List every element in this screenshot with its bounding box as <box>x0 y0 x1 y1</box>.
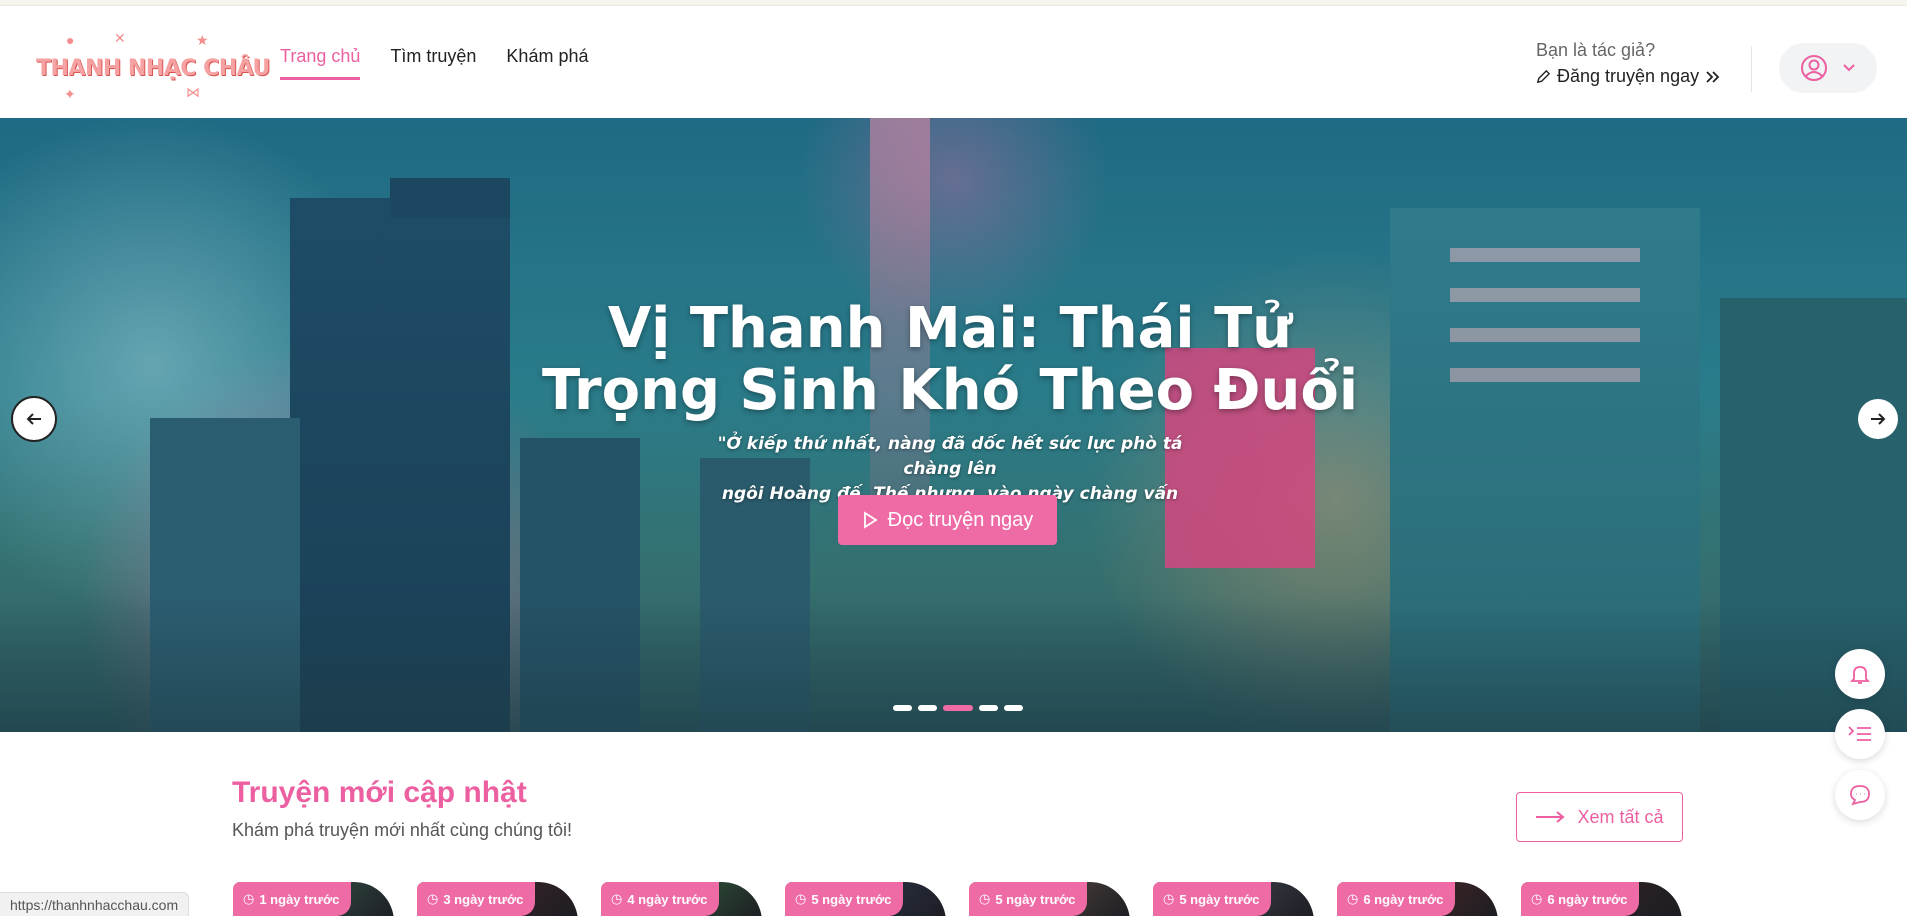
hero-title-line-1: Vị Thanh Mai: Thái Tử <box>607 296 1293 361</box>
story-card[interactable]: ◷ 6 ngày trước <box>1337 882 1498 916</box>
update-time: 5 ngày trước <box>811 891 892 907</box>
hero-title: Vị Thanh Mai: Thái Tử Trọng Sinh Khó The… <box>450 298 1450 422</box>
play-icon <box>863 511 878 529</box>
site-logo[interactable]: ● ✕ ★ THANH NHẠC CHÂU ✦ ⋈ <box>36 28 270 106</box>
double-chevron-right-icon <box>1706 70 1720 83</box>
star-small-icon: ✦ <box>64 86 76 102</box>
clock-icon: ◷ <box>1347 891 1359 906</box>
update-time: 3 ngày trước <box>443 891 524 907</box>
notifications-button[interactable] <box>1835 649 1885 699</box>
update-time-badge: ◷ 5 ngày trước <box>969 882 1088 916</box>
carousel-next-button[interactable] <box>1858 399 1898 439</box>
see-all-button[interactable]: Xem tất cả <box>1516 792 1683 842</box>
hero-title-line-2: Trọng Sinh Khó Theo Đuổi <box>541 358 1359 423</box>
arrow-right-icon <box>1871 413 1886 425</box>
carousel-dot[interactable] <box>979 705 998 711</box>
update-time-badge: ◷ 6 ngày trước <box>1521 882 1640 916</box>
long-arrow-right-icon <box>1536 811 1566 823</box>
status-bar-url: https://thanhnhacchau.com <box>0 892 190 916</box>
site-header: ● ✕ ★ THANH NHẠC CHÂU ✦ ⋈ Trang chủ Tìm … <box>0 6 1907 118</box>
clock-icon: ◷ <box>611 891 623 906</box>
story-card[interactable]: ◷ 5 ngày trước <box>785 882 946 916</box>
section-subtitle: Khám phá truyện mới nhất cùng chúng tôi! <box>232 820 573 840</box>
star-icon: ★ <box>196 32 209 48</box>
hero-carousel: Vị Thanh Mai: Thái Tử Trọng Sinh Khó The… <box>0 118 1907 732</box>
clock-icon: ◷ <box>1163 891 1175 906</box>
update-time-badge: ◷ 5 ngày trước <box>1153 882 1272 916</box>
chat-bubble-icon <box>1850 785 1870 806</box>
carousel-dot[interactable] <box>918 705 937 711</box>
reading-list-button[interactable] <box>1835 709 1885 759</box>
carousel-prev-button[interactable] <box>11 396 57 442</box>
list-icon <box>1848 726 1871 741</box>
clock-icon: ◷ <box>979 891 991 906</box>
update-time: 6 ngày trước <box>1547 891 1628 907</box>
user-avatar-icon <box>1801 55 1827 81</box>
update-time: 6 ngày trước <box>1363 891 1444 907</box>
post-story-link[interactable]: Đăng truyện ngay <box>1536 66 1721 87</box>
nav-home[interactable]: Trang chủ <box>280 46 361 80</box>
story-card[interactable]: ◷ 5 ngày trước <box>1153 882 1314 916</box>
update-time-badge: ◷ 3 ngày trước <box>417 882 536 916</box>
pencil-icon <box>1536 69 1551 84</box>
main-nav: Trang chủ Tìm truyện Khám phá <box>280 46 588 80</box>
chat-button[interactable] <box>1835 770 1885 820</box>
read-now-label: Đọc truyện ngay <box>887 508 1034 531</box>
story-card[interactable]: ◷ 4 ngày trước <box>601 882 762 916</box>
carousel-dot[interactable] <box>893 705 912 711</box>
chevron-down-icon <box>1843 64 1855 72</box>
clock-icon: ◷ <box>1531 891 1543 906</box>
story-card[interactable]: ◷ 5 ngày trước <box>969 882 1130 916</box>
see-all-label: Xem tất cả <box>1577 806 1664 827</box>
update-time-badge: ◷ 1 ngày trước <box>233 882 352 916</box>
bow-icon: ⋈ <box>186 84 200 100</box>
update-time-badge: ◷ 4 ngày trước <box>601 882 720 916</box>
update-time: 1 ngày trước <box>259 891 340 907</box>
user-menu-button[interactable] <box>1779 43 1877 93</box>
sparkle-icon: ✕ <box>114 30 126 46</box>
nav-search[interactable]: Tìm truyện <box>390 46 476 80</box>
story-card[interactable]: ◷ 1 ngày trước <box>233 882 394 916</box>
author-question: Bạn là tác giả? <box>1536 40 1656 60</box>
bell-icon <box>1849 666 1871 684</box>
story-card[interactable]: ◷ 3 ngày trước <box>417 882 578 916</box>
read-now-button[interactable]: Đọc truyện ngay <box>838 495 1057 545</box>
peach-icon: ● <box>66 32 75 48</box>
header-divider <box>1751 46 1752 92</box>
carousel-dots <box>893 705 1023 711</box>
arrow-left-icon <box>26 413 41 425</box>
clock-icon: ◷ <box>795 891 807 906</box>
clock-icon: ◷ <box>427 891 439 906</box>
carousel-dot[interactable] <box>1004 705 1023 711</box>
post-story-label: Đăng truyện ngay <box>1557 66 1700 86</box>
section-title: Truyện mới cập nhật <box>232 776 527 809</box>
update-time-badge: ◷ 5 ngày trước <box>785 882 904 916</box>
story-card[interactable]: ◷ 6 ngày trước <box>1521 882 1682 916</box>
update-time-badge: ◷ 6 ngày trước <box>1337 882 1456 916</box>
update-time: 5 ngày trước <box>1179 891 1260 907</box>
hero-excerpt-line-1: "Ở kiếp thứ nhất, nàng đã dốc hết sức lự… <box>717 434 1183 479</box>
update-time: 4 ngày trước <box>627 891 708 907</box>
nav-explore[interactable]: Khám phá <box>506 46 588 80</box>
logo-text: THANH NHẠC CHÂU <box>36 56 270 81</box>
carousel-dot-active[interactable] <box>943 705 973 711</box>
update-time: 5 ngày trước <box>995 891 1076 907</box>
clock-icon: ◷ <box>243 891 255 906</box>
